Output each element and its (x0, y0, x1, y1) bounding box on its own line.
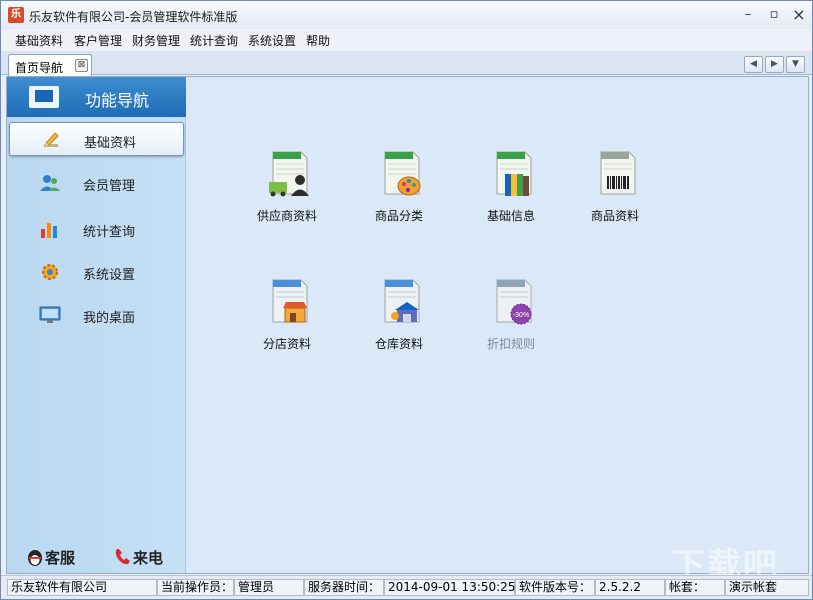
menu-statistics[interactable]: 统计查询 (190, 32, 238, 49)
sidebar-item-label: 统计查询 (83, 225, 136, 240)
discount-icon: -30% (496, 279, 532, 325)
window-title: 乐友软件有限公司-会员管理软件标准版 (29, 10, 238, 24)
bar-chart-icon (41, 223, 57, 238)
tab-list-button[interactable]: ▼ (786, 56, 805, 73)
menu-help[interactable]: 帮助 (306, 32, 330, 49)
sidebar-item-label: 我的桌面 (83, 311, 136, 326)
app-logo-icon: 乐 (8, 7, 24, 23)
menu-settings[interactable]: 系统设置 (248, 32, 296, 49)
status-version: 2.5.2.2 (595, 579, 665, 596)
minimize-button[interactable]: – (737, 5, 759, 25)
menu-bar: 基础资料 客户管理 财务管理 统计查询 系统设置 帮助 (1, 29, 812, 51)
sidebar-item-members[interactable]: 会员管理 (9, 166, 184, 200)
pencil-icon (44, 132, 59, 147)
status-server-time-label: 服务器时间： (304, 579, 384, 596)
computer-icon (29, 86, 59, 108)
grid-item-branch[interactable]: 分店资料 (237, 278, 337, 358)
title-bar: 乐 乐友软件有限公司-会员管理软件标准版 – ▫ × (1, 1, 812, 29)
tab-prev-button[interactable]: ◀ (744, 56, 763, 73)
menu-customer[interactable]: 客户管理 (74, 32, 122, 49)
nav-sidebar: 功能导航 基础资料 会员管理 统计查询 系统设置 我的桌面 客服 来电 (7, 77, 186, 573)
customer-service-link[interactable]: 客服 (25, 547, 75, 568)
status-version-label: 软件版本号： (515, 579, 595, 596)
tab-home-nav[interactable]: 首页导航 ⊠ (8, 54, 92, 76)
status-account-label: 帐套： (665, 579, 725, 596)
sidebar-item-label: 系统设置 (83, 268, 136, 283)
category-icon (384, 151, 421, 196)
sidebar-item-desktop[interactable]: 我的桌面 (9, 298, 184, 332)
grid-item-label: 分店资料 (262, 337, 311, 351)
tab-next-button[interactable]: ▶ (765, 56, 784, 73)
status-server-time: 2014-09-01 13:50:25 (384, 579, 515, 596)
maximize-button[interactable]: ▫ (763, 5, 785, 25)
grid-item-discount: -30% 折扣规则 (461, 278, 561, 358)
tab-close-icon[interactable]: ⊠ (75, 59, 88, 72)
grid-item-supplier[interactable]: 供应商资料 (237, 150, 337, 230)
status-operator: 管理员 (234, 579, 304, 596)
grid-item-label: 仓库资料 (374, 337, 423, 351)
status-account: 演示帐套 (725, 579, 809, 596)
grid-item-label: 商品分类 (374, 209, 423, 223)
menu-basic-data[interactable]: 基础资料 (15, 32, 63, 49)
call-label: 来电 (133, 549, 164, 567)
customer-service-label: 客服 (45, 549, 76, 567)
grid-item-category[interactable]: 商品分类 (349, 150, 449, 230)
sidebar-header: 功能导航 (7, 77, 186, 117)
supplier-icon (269, 151, 309, 197)
grid-item-label: 折扣规则 (486, 337, 535, 351)
branch-icon (272, 279, 308, 323)
grid-item-product[interactable]: 商品资料 (565, 150, 665, 230)
close-button[interactable]: × (788, 5, 810, 25)
gear-icon (42, 264, 58, 280)
grid-item-label: 供应商资料 (256, 209, 317, 223)
status-company: 乐友软件有限公司 (7, 579, 157, 596)
sidebar-item-settings[interactable]: 系统设置 (9, 255, 184, 289)
warehouse-icon (384, 279, 420, 323)
grid-item-label: 基础信息 (486, 209, 535, 223)
status-bar: 乐友软件有限公司 当前操作员： 管理员 服务器时间： 2014-09-01 13… (1, 575, 812, 599)
sidebar-item-label: 基础资料 (84, 136, 137, 151)
tab-label: 首页导航 (15, 61, 64, 75)
discount-badge-text: -30% (513, 312, 529, 319)
phone-icon (115, 549, 130, 565)
grid-item-base-info[interactable]: 基础信息 (461, 150, 561, 230)
main-content: 功能导航 基础资料 会员管理 统计查询 系统设置 我的桌面 客服 来电 供应商资… (6, 76, 809, 574)
menu-finance[interactable]: 财务管理 (132, 32, 180, 49)
base-info-icon (496, 151, 532, 196)
app-window: 乐 乐友软件有限公司-会员管理软件标准版 – ▫ × 基础资料 客户管理 财务管… (0, 0, 813, 600)
sidebar-item-statistics[interactable]: 统计查询 (9, 212, 184, 246)
monitor-icon (39, 306, 61, 323)
sidebar-title: 功能导航 (85, 91, 150, 110)
call-link[interactable]: 来电 (113, 547, 163, 568)
sidebar-item-label: 会员管理 (83, 179, 136, 194)
tab-bar: 首页导航 ⊠ (1, 51, 812, 76)
sidebar-item-basic-data[interactable]: 基础资料 (9, 122, 184, 156)
members-icon (40, 175, 60, 191)
product-icon (600, 151, 636, 195)
grid-item-label: 商品资料 (590, 209, 639, 223)
status-operator-label: 当前操作员： (157, 579, 234, 596)
grid-item-warehouse[interactable]: 仓库资料 (349, 278, 449, 358)
qq-penguin-icon (28, 550, 42, 566)
